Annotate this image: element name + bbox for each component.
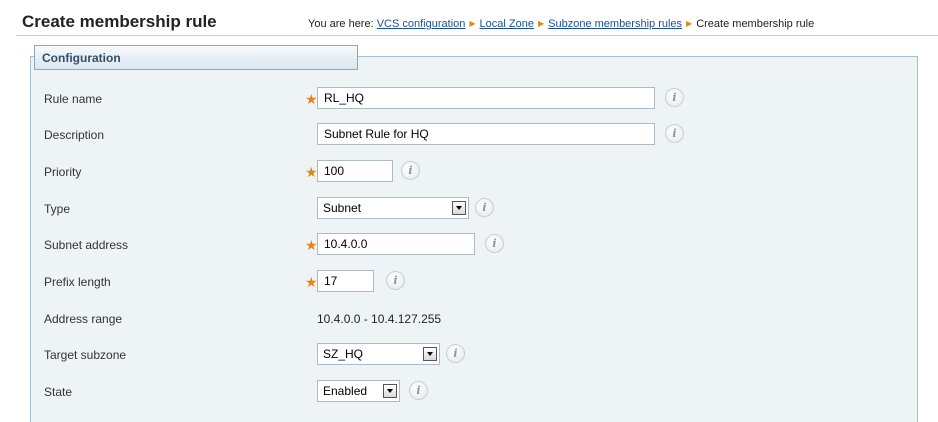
description-input[interactable]: Subnet Rule for HQ	[317, 123, 655, 145]
info-icon[interactable]: i	[665, 88, 684, 107]
target-subzone-label: Target subzone	[44, 348, 127, 362]
prefix-length-row: Prefix length ★ 17 i	[0, 268, 900, 296]
required-star-icon: ★	[305, 274, 318, 290]
state-select-value: Enabled	[323, 384, 368, 398]
info-icon[interactable]: i	[475, 198, 494, 217]
state-select[interactable]: Enabled	[317, 380, 400, 402]
type-select-value: Subnet	[323, 201, 362, 215]
subnet-address-row: Subnet address ★ 10.4.0.0 i	[0, 231, 900, 259]
type-label: Type	[44, 202, 71, 216]
priority-input[interactable]: 100	[317, 160, 393, 182]
target-subzone-select-value: SZ_HQ	[323, 347, 364, 361]
configuration-section-header: Configuration	[34, 45, 358, 70]
description-label: Description	[44, 128, 105, 142]
subnet-address-input[interactable]: 10.4.0.0	[317, 233, 475, 255]
required-star-icon: ★	[305, 237, 318, 253]
section-title: Configuration	[42, 51, 121, 65]
prefix-length-input[interactable]: 17	[317, 270, 374, 292]
breadcrumb-current: Create membership rule	[696, 18, 815, 30]
breadcrumb-vcs-configuration[interactable]: VCS configuration	[377, 18, 466, 30]
dropdown-arrow-icon[interactable]	[383, 384, 397, 398]
breadcrumb-arrow-icon: ▶	[537, 19, 545, 28]
info-icon[interactable]: i	[401, 161, 420, 180]
type-row: Type Subnet i	[0, 195, 900, 223]
rule-name-label: Rule name	[44, 92, 103, 106]
dropdown-arrow-icon[interactable]	[423, 347, 437, 361]
breadcrumb: You are here: VCS configuration ▶ Local Zo…	[308, 18, 814, 30]
priority-row: Priority ★ 100 i	[0, 158, 900, 186]
state-row: State Enabled i	[0, 378, 900, 406]
address-range-row: Address range 10.4.0.0 - 10.4.127.255	[0, 305, 900, 333]
info-icon[interactable]: i	[446, 344, 465, 363]
rule-name-input[interactable]: RL_HQ	[317, 87, 655, 109]
info-icon[interactable]: i	[409, 381, 428, 400]
page-header: Create membership rule You are here: VCS…	[16, 10, 938, 36]
page-title: Create membership rule	[22, 12, 217, 31]
address-range-label: Address range	[44, 312, 123, 326]
type-select[interactable]: Subnet	[317, 197, 469, 219]
priority-label: Priority	[44, 165, 82, 179]
state-label: State	[44, 385, 73, 399]
prefix-length-label: Prefix length	[44, 275, 111, 289]
info-icon[interactable]: i	[665, 124, 684, 143]
description-row: Description Subnet Rule for HQ i	[0, 121, 900, 149]
dropdown-arrow-icon[interactable]	[452, 201, 466, 215]
required-star-icon: ★	[305, 91, 318, 107]
info-icon[interactable]: i	[386, 271, 405, 290]
target-subzone-select[interactable]: SZ_HQ	[317, 343, 440, 365]
breadcrumb-prefix: You are here:	[308, 18, 374, 30]
info-icon[interactable]: i	[485, 234, 504, 253]
target-subzone-row: Target subzone SZ_HQ i	[0, 341, 900, 369]
subnet-address-label: Subnet address	[44, 238, 129, 252]
rule-name-row: Rule name ★ RL_HQ i	[0, 85, 900, 113]
breadcrumb-subzone-membership-rules[interactable]: Subzone membership rules	[548, 18, 682, 30]
breadcrumb-arrow-icon: ▶	[686, 19, 693, 28]
address-range-value: 10.4.0.0 - 10.4.127.255	[317, 312, 442, 326]
required-star-icon: ★	[305, 164, 318, 180]
breadcrumb-local-zone[interactable]: Local Zone	[480, 18, 534, 30]
breadcrumb-arrow-icon: ▶	[469, 19, 476, 28]
